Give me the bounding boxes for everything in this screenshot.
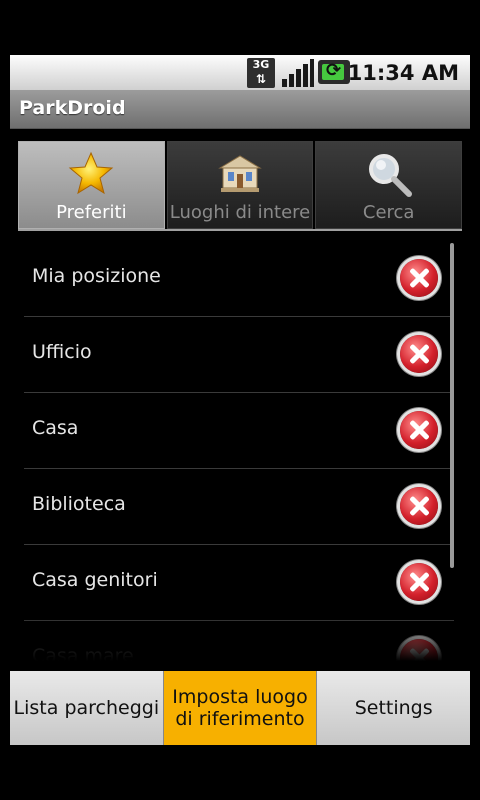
tab-luoghi-di-interesse[interactable]: Luoghi di intere <box>166 141 314 229</box>
battery-charging-icon <box>318 60 350 84</box>
device-screen: 3G ⇅ 11:34 AM ParkDroid <box>10 55 470 745</box>
tab-label: Luoghi di intere <box>169 202 311 223</box>
search-icon <box>368 154 412 197</box>
item-name: Mia posizione <box>32 265 161 287</box>
signal-icon <box>282 59 314 87</box>
network-label: 3G <box>252 58 270 71</box>
list-item[interactable]: Casa <box>24 393 454 469</box>
favorites-list[interactable]: Mia posizione Ufficio Casa Biblioteca Ca… <box>24 241 454 661</box>
delete-icon[interactable] <box>400 487 438 525</box>
list-item[interactable]: Mia posizione <box>24 241 454 317</box>
imposta-luogo-button[interactable]: Imposta luogo di riferimento <box>163 671 318 745</box>
list-item[interactable]: Casa genitori <box>24 545 454 621</box>
tab-label: Cerca <box>362 202 415 223</box>
list-item[interactable]: Biblioteca <box>24 469 454 545</box>
item-name: Biblioteca <box>32 493 126 515</box>
delete-icon[interactable] <box>400 639 438 661</box>
lista-parcheggi-button[interactable]: Lista parcheggi <box>10 671 164 745</box>
delete-icon[interactable] <box>400 259 438 297</box>
tab-cerca[interactable]: Cerca <box>315 141 463 229</box>
tab-label: Preferiti <box>56 202 127 223</box>
list-scrollbar[interactable] <box>450 243 454 568</box>
item-name: Ufficio <box>32 341 92 363</box>
app-title: ParkDroid <box>19 97 126 119</box>
star-icon <box>69 151 114 195</box>
list-item[interactable]: Ufficio <box>24 317 454 393</box>
imposta-luogo-label: Imposta luogo di riferimento <box>172 686 308 730</box>
app-title-bar: ParkDroid <box>10 90 470 129</box>
item-name: Casa <box>32 417 79 439</box>
data-arrows-icon: ⇅ <box>255 72 267 86</box>
tab-preferiti[interactable]: Preferiti <box>18 141 165 229</box>
item-name: Casa genitori <box>32 569 158 591</box>
network-3g-icon: 3G ⇅ <box>247 58 275 88</box>
delete-icon[interactable] <box>400 411 438 449</box>
bottom-button-bar: Lista parcheggi Imposta luogo di riferim… <box>10 671 470 745</box>
status-bar: 3G ⇅ 11:34 AM <box>10 55 470 90</box>
list-item[interactable]: Casa mare <box>24 621 454 661</box>
building-icon <box>218 155 262 192</box>
settings-button[interactable]: Settings <box>317 671 470 745</box>
tab-divider <box>18 229 462 231</box>
status-time: 11:34 AM <box>347 61 459 85</box>
item-name: Casa mare <box>32 645 134 661</box>
delete-icon[interactable] <box>400 563 438 601</box>
tab-bar: Preferiti Luoghi di intere Cerca <box>18 141 463 229</box>
delete-icon[interactable] <box>400 335 438 373</box>
